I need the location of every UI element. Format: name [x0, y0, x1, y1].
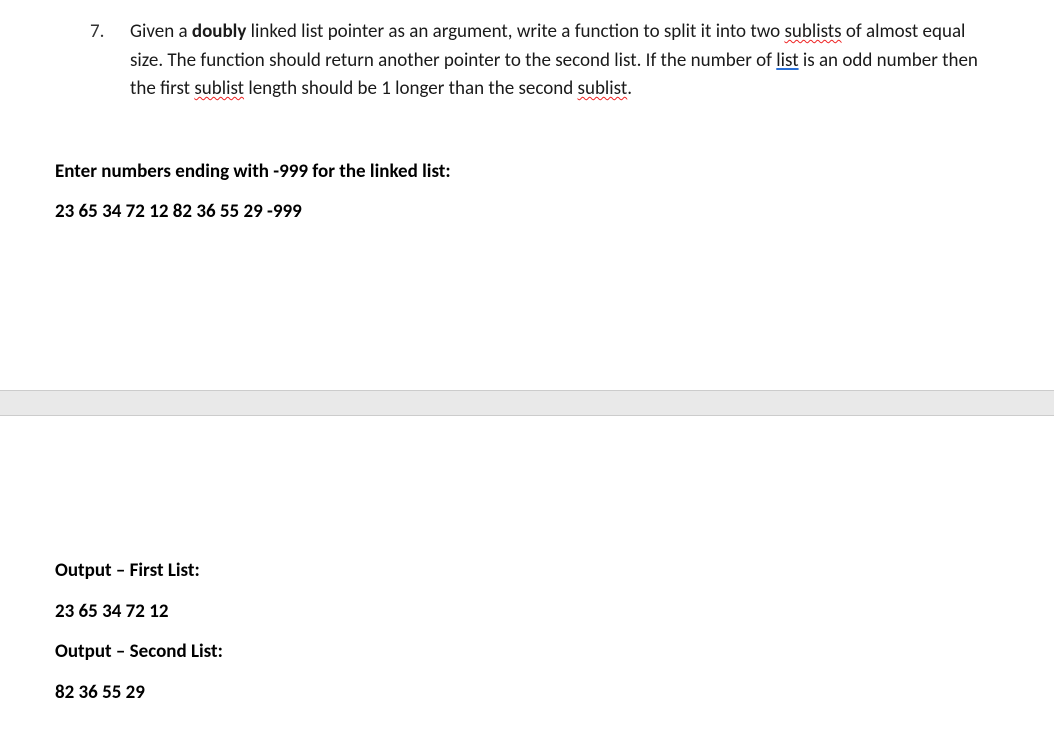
spellcheck-sublist-1: sublist	[194, 77, 244, 100]
question-part5: length should be 1 longer than the secon…	[244, 77, 577, 100]
question-text: Given a doubly linked list pointer as an…	[130, 18, 994, 104]
output-block: Output – First List: 23 65 34 72 12 Outp…	[55, 558, 994, 720]
input-values: 23 65 34 72 12 82 36 55 29 -999	[55, 199, 994, 226]
output-second-list: 82 36 55 29	[55, 680, 994, 707]
spellcheck-sublists: sublists	[784, 20, 841, 43]
page-divider	[0, 390, 1054, 416]
input-prompt: Enter numbers ending with -999 for the l…	[55, 159, 994, 186]
output-first-label: Output – First List:	[55, 558, 994, 585]
output-first-list: 23 65 34 72 12	[55, 599, 994, 626]
question-row: 7. Given a doubly linked list pointer as…	[90, 18, 994, 104]
question-block: 7. Given a doubly linked list pointer as…	[0, 0, 1054, 104]
input-block: Enter numbers ending with -999 for the l…	[0, 159, 1054, 226]
question-part2: linked list pointer as an argument, writ…	[246, 20, 784, 43]
output-second-label: Output – Second List:	[55, 639, 994, 666]
question-part1: Given a	[130, 20, 192, 43]
grammarcheck-list: list	[776, 49, 798, 72]
spellcheck-sublist-2: sublist	[578, 77, 628, 100]
question-bold-doubly: doubly	[192, 20, 246, 43]
question-number: 7.	[90, 18, 130, 47]
question-part6: .	[627, 77, 632, 100]
